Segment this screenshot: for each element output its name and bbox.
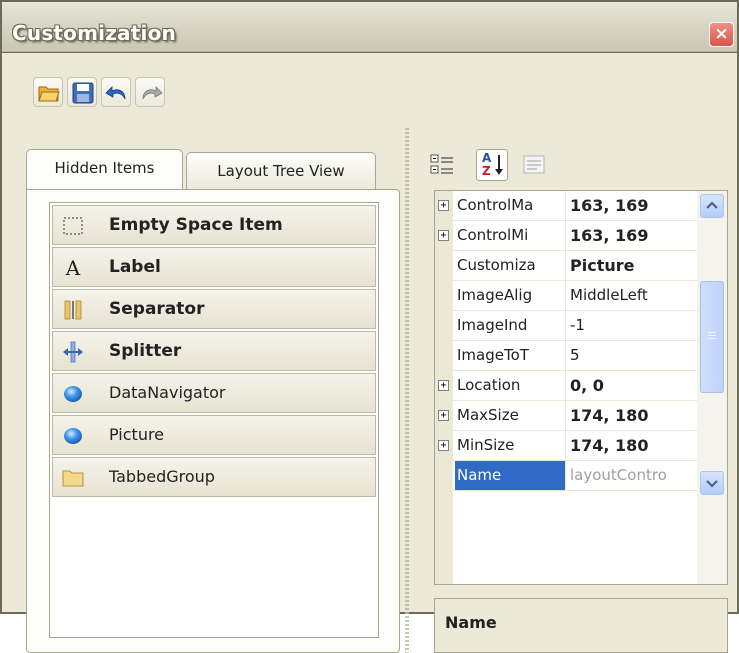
chevron-down-icon: [706, 480, 718, 488]
chevron-up-icon: [706, 201, 718, 209]
description-title: Name: [445, 613, 497, 632]
property-row[interactable]: Customiza Picture: [435, 251, 697, 281]
separator-icon: [64, 300, 82, 320]
property-name: Customiza: [455, 251, 566, 280]
categorized-button[interactable]: [427, 149, 459, 181]
property-name: Location: [455, 371, 566, 400]
list-item-tabbedgroup[interactable]: TabbedGroup: [52, 457, 376, 497]
empty-space-icon: [63, 217, 83, 235]
sort-letter-z: Z: [482, 164, 491, 178]
save-layout-button[interactable]: [67, 77, 97, 107]
hidden-items-list[interactable]: Empty Space Item A Label Separator Split…: [49, 202, 379, 638]
property-value[interactable]: -1: [568, 311, 697, 340]
list-item-label: Picture: [109, 425, 165, 444]
property-value[interactable]: 174, 180: [568, 401, 697, 430]
property-value[interactable]: 0, 0: [568, 371, 697, 400]
undo-button[interactable]: [101, 77, 131, 107]
property-row-selected[interactable]: Name layoutContro: [435, 461, 697, 491]
property-value[interactable]: Picture: [568, 251, 697, 280]
expand-icon[interactable]: +: [438, 230, 449, 241]
list-item-label: Splitter: [109, 341, 182, 361]
expand-icon[interactable]: +: [438, 440, 449, 451]
property-grid[interactable]: + ControlMa 163, 169 + ControlMi 163, 16…: [434, 190, 728, 585]
property-row[interactable]: + ControlMi 163, 169: [435, 221, 697, 251]
property-row[interactable]: + ControlMa 163, 169: [435, 191, 697, 221]
grip-icon: [708, 332, 716, 339]
property-row[interactable]: + Location 0, 0: [435, 371, 697, 401]
property-name: Name: [455, 461, 566, 490]
redo-button[interactable]: [135, 77, 165, 107]
control-icon: [64, 428, 82, 444]
tab-hidden-items-label: Hidden Items: [54, 159, 155, 177]
property-row[interactable]: ImageToT 5: [435, 341, 697, 371]
close-icon: ×: [714, 24, 729, 44]
property-name: ImageInd: [455, 311, 566, 340]
categorized-icon: [430, 154, 453, 174]
close-button[interactable]: ×: [709, 22, 734, 47]
expand-icon[interactable]: +: [438, 380, 449, 391]
property-value[interactable]: 163, 169: [568, 221, 697, 250]
property-name: ImageAlig: [455, 281, 566, 310]
open-layout-button[interactable]: [33, 77, 63, 107]
list-item-separator[interactable]: Separator: [52, 289, 376, 329]
property-grid-scrollbar[interactable]: [697, 191, 727, 584]
property-name: ControlMa: [455, 191, 566, 220]
property-value[interactable]: layoutContro: [568, 461, 697, 490]
list-item-label: Label: [109, 257, 161, 277]
property-row[interactable]: ImageAlig MiddleLeft: [435, 281, 697, 311]
label-icon: A: [65, 256, 81, 280]
property-name: MinSize: [455, 431, 566, 460]
scroll-up-button[interactable]: [700, 194, 724, 218]
property-value[interactable]: 163, 169: [568, 191, 697, 220]
expand-icon[interactable]: +: [438, 410, 449, 421]
property-description-panel: Name: [434, 598, 728, 653]
customization-window: Customization × Hidden Items Layout Tree…: [0, 0, 739, 653]
alphabetical-sort-icon: A Z: [480, 151, 506, 179]
list-item-label-item[interactable]: A Label: [52, 247, 376, 287]
list-item-splitter[interactable]: Splitter: [52, 331, 376, 371]
property-row[interactable]: + MinSize 174, 180: [435, 431, 697, 461]
open-icon: [38, 86, 60, 102]
property-row[interactable]: ImageInd -1: [435, 311, 697, 341]
property-value[interactable]: 5: [568, 341, 697, 370]
title-bar[interactable]: Customization ×: [2, 2, 737, 52]
list-item-datanavigator[interactable]: DataNavigator: [52, 373, 376, 413]
scroll-down-button[interactable]: [700, 471, 724, 495]
property-name: ImageToT: [455, 341, 566, 370]
hidden-items-panel: Empty Space Item A Label Separator Split…: [26, 189, 400, 653]
scroll-thumb[interactable]: [700, 281, 724, 393]
sort-letter-a: A: [482, 151, 492, 165]
panel-splitter[interactable]: [405, 128, 409, 653]
control-icon: [64, 386, 82, 402]
save-icon: [72, 82, 94, 104]
expand-icon[interactable]: +: [438, 200, 449, 211]
property-name: ControlMi: [455, 221, 566, 250]
tab-layout-tree-view[interactable]: Layout Tree View: [186, 152, 376, 190]
list-item-label: DataNavigator: [109, 383, 226, 402]
alphabetical-button[interactable]: A Z: [476, 149, 508, 181]
splitter-icon: [63, 341, 83, 363]
tab-layout-tree-view-label: Layout Tree View: [217, 162, 345, 180]
list-item-label: Empty Space Item: [109, 215, 283, 235]
folder-icon: [62, 470, 84, 487]
tab-hidden-items[interactable]: Hidden Items: [26, 149, 183, 189]
property-value[interactable]: 174, 180: [568, 431, 697, 460]
property-name: MaxSize: [455, 401, 566, 430]
undo-icon: [105, 86, 126, 100]
window-title: Customization: [12, 21, 176, 45]
property-row[interactable]: + MaxSize 174, 180: [435, 401, 697, 431]
redo-icon: [142, 86, 163, 100]
list-item-empty-space-item[interactable]: Empty Space Item: [52, 205, 376, 245]
window-client-area: Hidden Items Layout Tree View Empty Spac…: [2, 53, 737, 653]
list-item-picture[interactable]: Picture: [52, 415, 376, 455]
property-grid-toolbar: A Z: [427, 145, 727, 185]
property-pages-icon: [523, 155, 545, 174]
property-value[interactable]: MiddleLeft: [568, 281, 697, 310]
list-item-label: TabbedGroup: [109, 467, 215, 486]
property-pages-button[interactable]: [519, 149, 551, 181]
list-item-label: Separator: [109, 299, 205, 319]
